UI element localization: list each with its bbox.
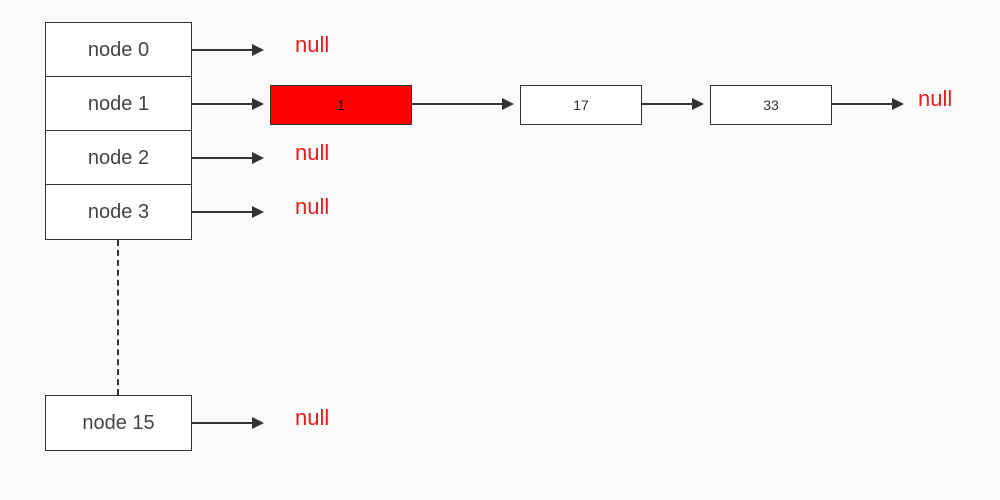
arrow-bucket2-null (192, 157, 262, 159)
arrow-bucket0-null (192, 49, 262, 51)
null-label-15: null (295, 405, 329, 431)
hash-table-diagram: node 0 node 1 node 2 node 3 node 15 null… (0, 0, 1000, 500)
bucket-1: node 1 (45, 76, 192, 132)
bucket-3: node 3 (45, 184, 192, 240)
arrow-chain3-null (832, 103, 902, 105)
arrow-chain1-chain2 (412, 103, 512, 105)
null-label-chain-end: null (918, 86, 952, 112)
null-label-0: null (295, 32, 329, 58)
bucket-15: node 15 (45, 395, 192, 451)
chain-node-1: 1 (270, 85, 412, 125)
arrow-bucket15-null (192, 422, 262, 424)
null-label-3: null (295, 194, 329, 220)
arrow-chain2-chain3 (642, 103, 702, 105)
bucket-2: node 2 (45, 130, 192, 186)
chain-node-33: 33 (710, 85, 832, 125)
arrow-bucket3-null (192, 211, 262, 213)
ellipsis-line (117, 240, 119, 395)
null-label-2: null (295, 140, 329, 166)
arrow-bucket1-chain1 (192, 103, 262, 105)
chain-node-17: 17 (520, 85, 642, 125)
bucket-0: node 0 (45, 22, 192, 78)
